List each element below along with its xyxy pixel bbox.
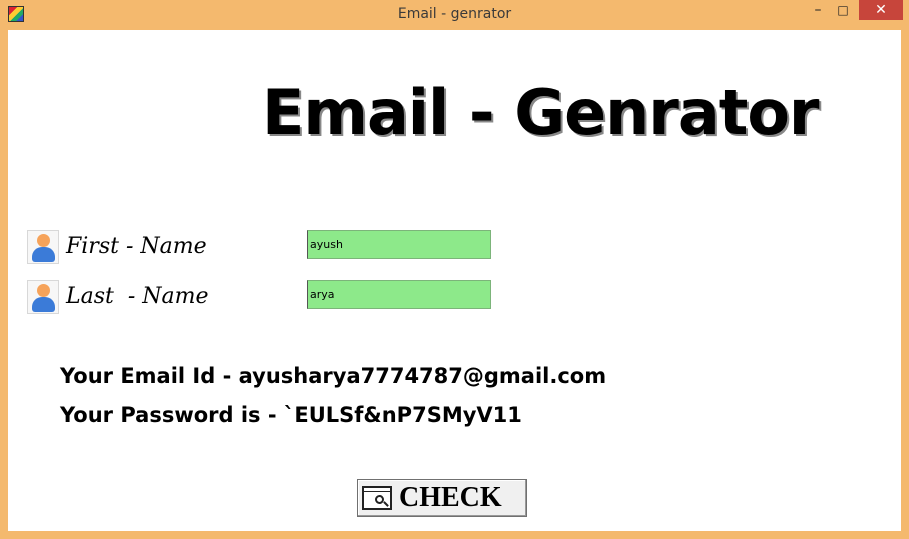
first-name-input[interactable]	[307, 230, 491, 259]
main-panel: Email - Genrator First - Name Last - Nam…	[8, 30, 901, 531]
window-title: Email - genrator	[397, 6, 512, 22]
magnifier-window-icon	[362, 486, 392, 510]
close-button[interactable]: ✕	[859, 0, 903, 20]
email-result: Your Email Id - ayusharya7774787@gmail.c…	[60, 364, 607, 388]
check-button[interactable]: CHECK	[357, 479, 527, 517]
page-title: Email - Genrator	[262, 76, 820, 149]
last-name-input[interactable]	[307, 280, 491, 309]
title-bar[interactable]: Email - genrator – □ ✕	[0, 0, 909, 30]
last-name-label: Last - Name	[66, 284, 209, 309]
password-result: Your Password is - `EULSf&nP7SMyV11	[60, 403, 522, 427]
maximize-button[interactable]: □	[831, 0, 855, 20]
user-icon	[27, 280, 59, 314]
first-name-label: First - Name	[66, 234, 207, 259]
minimize-button[interactable]: –	[806, 0, 830, 20]
check-button-label: CHECK	[399, 482, 502, 513]
user-icon	[27, 230, 59, 264]
